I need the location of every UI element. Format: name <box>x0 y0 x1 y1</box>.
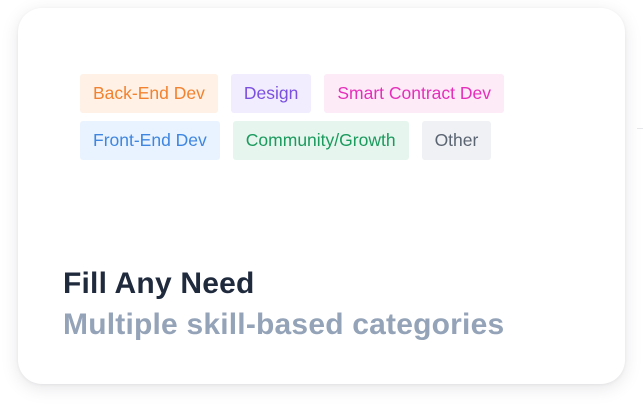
tag-row-2: Front-End Dev Community/Growth Other <box>80 121 600 160</box>
tag-community-growth[interactable]: Community/Growth <box>232 121 409 160</box>
card-heading: Fill Any Need <box>63 267 255 300</box>
tag-front-end-dev[interactable]: Front-End Dev <box>80 121 220 160</box>
tag-back-end-dev[interactable]: Back-End Dev <box>80 74 218 113</box>
category-tags: Back-End Dev Design Smart Contract Dev F… <box>80 74 600 168</box>
feature-card: Back-End Dev Design Smart Contract Dev F… <box>18 8 625 384</box>
card-subheading: Multiple skill-based categories <box>63 308 505 341</box>
tag-design[interactable]: Design <box>230 74 312 113</box>
divider <box>637 128 643 129</box>
tag-other[interactable]: Other <box>421 121 492 160</box>
tag-smart-contract-dev[interactable]: Smart Contract Dev <box>324 74 504 113</box>
tag-row-1: Back-End Dev Design Smart Contract Dev <box>80 74 600 113</box>
